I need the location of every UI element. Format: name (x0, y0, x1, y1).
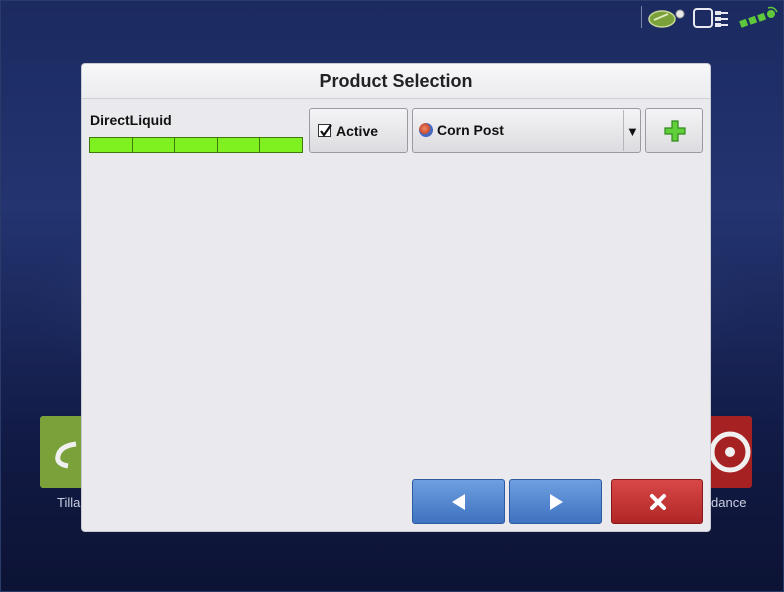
checkmark-icon (320, 124, 332, 137)
section-segment (217, 138, 261, 152)
plus-icon (664, 120, 686, 142)
product-icon (419, 123, 433, 137)
add-product-button[interactable] (645, 108, 703, 153)
dropdown-separator (623, 110, 624, 151)
product-selected-value: Corn Post (437, 122, 504, 138)
tillage-tile-label: Tilla (57, 495, 81, 510)
tillage-app-tile[interactable] (40, 416, 84, 488)
active-label: Active (336, 123, 379, 139)
dropdown-arrow-icon[interactable]: ▼ (626, 124, 639, 139)
next-button[interactable] (509, 479, 602, 524)
cancel-button[interactable] (611, 479, 703, 524)
section-segment (90, 138, 133, 152)
product-dropdown[interactable]: Corn Post ▼ (412, 108, 641, 153)
guidance-app-tile[interactable] (708, 416, 752, 488)
previous-button[interactable] (412, 479, 505, 524)
gps-signal-icon[interactable] (738, 4, 780, 32)
active-toggle-button[interactable]: Active (309, 108, 408, 153)
close-icon (650, 494, 666, 510)
arrow-left-icon (452, 494, 465, 510)
active-checkbox[interactable] (318, 124, 332, 137)
section-segment (175, 138, 218, 152)
status-divider (641, 6, 642, 28)
implement-name: DirectLiquid (90, 112, 172, 128)
dialog-header: Product Selection (82, 64, 710, 99)
module-icon[interactable] (692, 6, 732, 30)
section-bar (89, 137, 303, 153)
product-selection-dialog: Product Selection DirectLiquid Active Co… (82, 64, 710, 531)
guidance-tile-label: dance (711, 495, 747, 510)
dialog-title: Product Selection (319, 71, 473, 91)
section-segment (260, 138, 302, 152)
arrow-right-icon (550, 494, 563, 510)
planter-icon[interactable] (646, 6, 688, 30)
section-segment (132, 138, 176, 152)
